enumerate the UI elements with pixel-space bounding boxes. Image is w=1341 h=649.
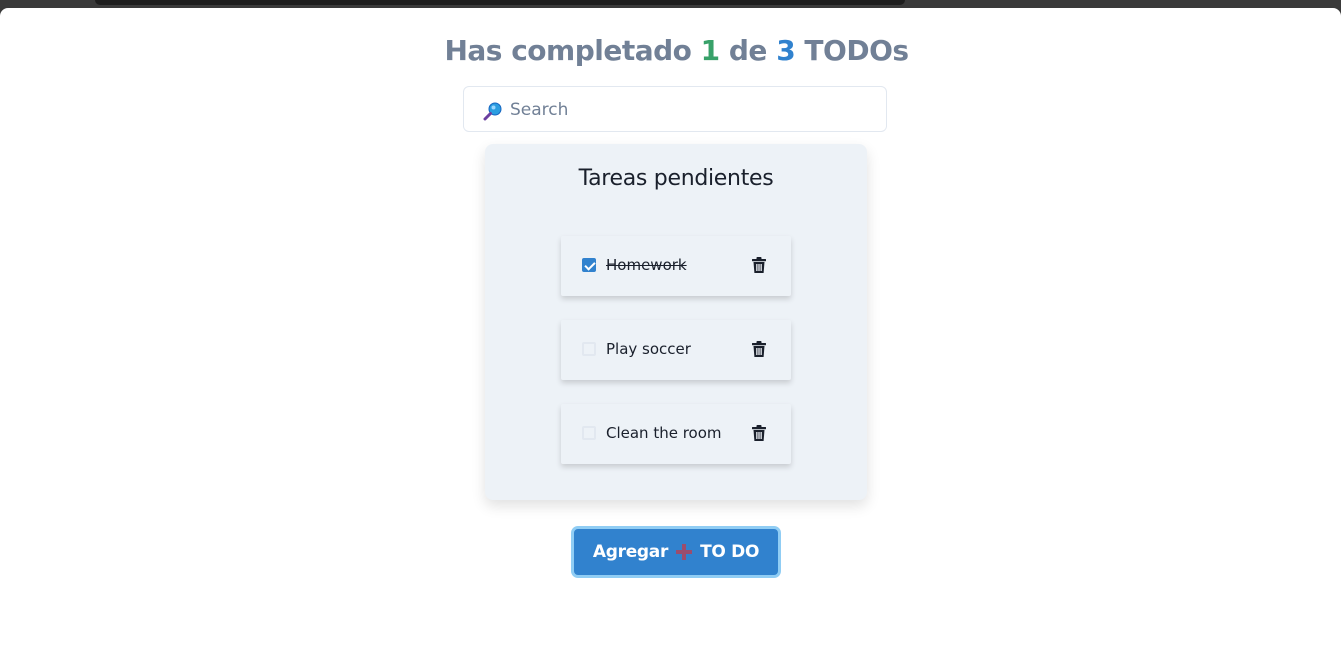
browser-tab-edge bbox=[95, 0, 905, 5]
add-button-label-end: TO DO bbox=[700, 542, 760, 562]
total-count: 3 bbox=[776, 34, 796, 67]
todo-item: Clean the room bbox=[561, 404, 791, 464]
summary-suffix: TODOs bbox=[804, 34, 909, 67]
todo-item: Play soccer bbox=[561, 320, 791, 380]
summary-prefix: Has completado bbox=[444, 34, 692, 67]
browser-top-strip bbox=[0, 0, 1341, 8]
summary-middle: de bbox=[728, 34, 768, 67]
search-box bbox=[463, 86, 887, 132]
app-page: Has completado 1 de 3 TODOs Tareas pendi… bbox=[0, 8, 1341, 649]
add-button-label-start: Agregar bbox=[592, 542, 669, 562]
plus-icon bbox=[676, 544, 693, 560]
todo-checkbox[interactable] bbox=[582, 426, 596, 440]
todo-checkbox[interactable] bbox=[582, 342, 596, 356]
todo-label: Clean the room bbox=[606, 424, 722, 442]
search-input[interactable] bbox=[510, 97, 870, 123]
completion-summary-heading: Has completado 1 de 3 TODOs bbox=[0, 34, 1341, 67]
trash-icon[interactable] bbox=[751, 256, 767, 274]
completed-count: 1 bbox=[700, 34, 720, 67]
trash-icon[interactable] bbox=[751, 424, 767, 442]
magnifying-glass-icon bbox=[483, 102, 502, 121]
todo-panel: Tareas pendientes Homework Play soccer C… bbox=[485, 144, 867, 500]
todo-label: Play soccer bbox=[606, 340, 691, 358]
panel-title: Tareas pendientes bbox=[578, 166, 774, 191]
todo-label: Homework bbox=[606, 256, 687, 274]
trash-icon[interactable] bbox=[751, 340, 767, 358]
todo-checkbox[interactable] bbox=[582, 258, 596, 272]
add-todo-button[interactable]: Agregar TO DO bbox=[571, 526, 781, 578]
todo-item: Homework bbox=[561, 236, 791, 296]
